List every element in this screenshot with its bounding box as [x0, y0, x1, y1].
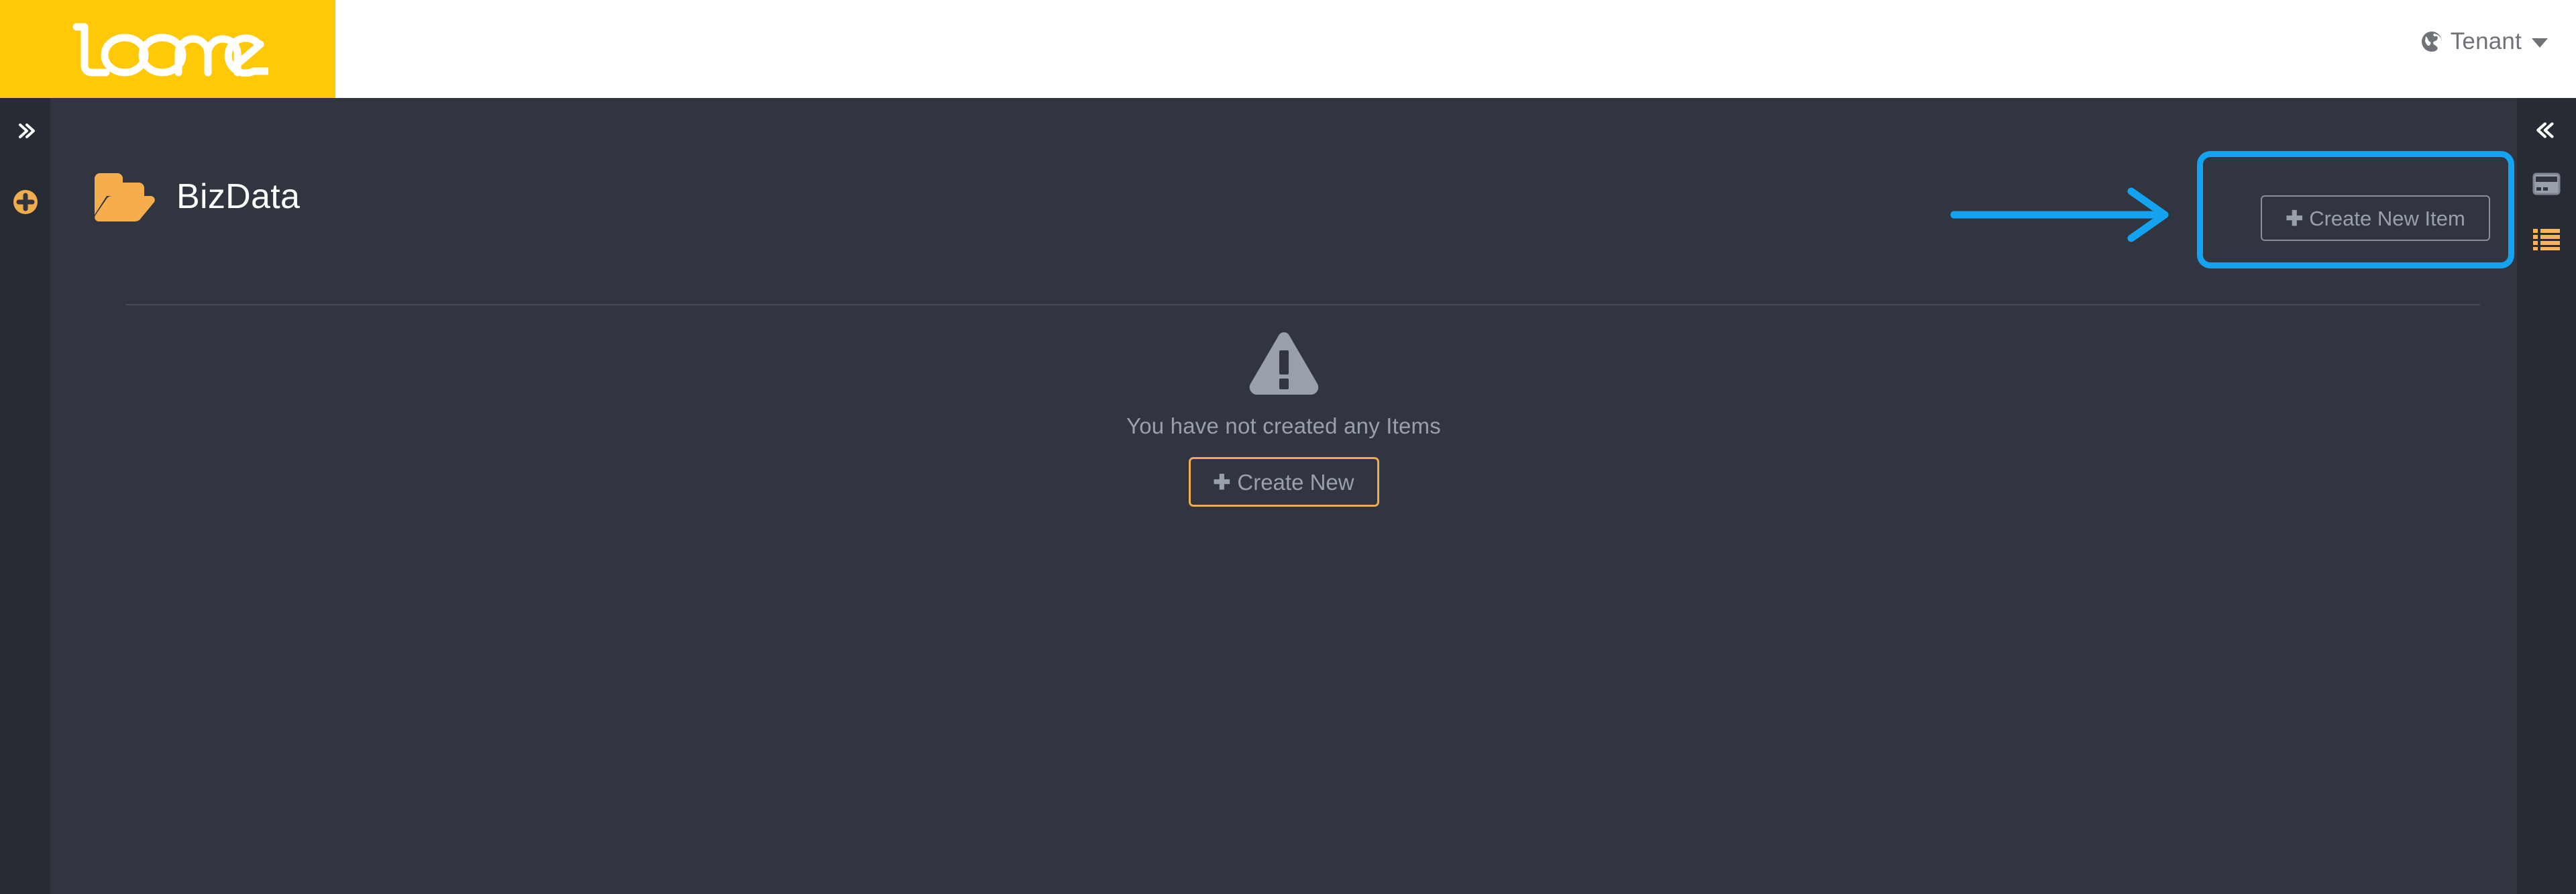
right-sidebar: [2517, 98, 2576, 894]
plus-icon: ✚: [1213, 470, 1231, 494]
tenant-selector[interactable]: Tenant: [2420, 30, 2548, 53]
create-new-button[interactable]: ✚ Create New: [1188, 457, 1379, 507]
create-new-label: Create New: [1237, 469, 1354, 495]
page-title-group: BizData: [92, 169, 300, 224]
chevron-down-icon: [2532, 38, 2548, 48]
plus-circle-icon: [13, 190, 38, 214]
empty-state: You have not created any Items ✚ Create …: [50, 330, 2517, 507]
main-content: BizData ✚ Create New Item You have not c…: [50, 98, 2517, 894]
page-header: BizData ✚ Create New Item: [75, 121, 2492, 274]
create-new-item-button[interactable]: ✚ Create New Item: [2261, 195, 2490, 241]
chevrons-right-icon: [18, 123, 35, 138]
folder-open-icon: [95, 173, 155, 221]
globe-icon: [2421, 31, 2442, 52]
chevrons-left-icon: [2536, 122, 2554, 138]
sidebar-expand-button[interactable]: [0, 115, 50, 147]
sidebar-list-button[interactable]: [2517, 220, 2576, 258]
empty-state-message: You have not created any Items: [1126, 413, 1441, 438]
page-title: BizData: [176, 177, 301, 216]
header-divider: [125, 304, 2480, 305]
tenant-label: Tenant: [2450, 28, 2522, 54]
app-logo[interactable]: [0, 0, 335, 98]
list-icon: [2533, 229, 2560, 250]
plus-icon: ✚: [2286, 206, 2304, 230]
sidebar-collapse-button[interactable]: [2517, 114, 2576, 146]
sidebar-add-button[interactable]: [0, 185, 50, 219]
sidebar-card-button[interactable]: [2517, 165, 2576, 203]
left-sidebar: [0, 98, 50, 894]
top-header-bar: Tenant: [0, 0, 2576, 98]
warning-triangle-icon: [1249, 332, 1318, 395]
card-icon: [2532, 172, 2561, 195]
loome-logo-icon: [72, 23, 268, 77]
create-new-item-label: Create New Item: [2309, 206, 2465, 230]
